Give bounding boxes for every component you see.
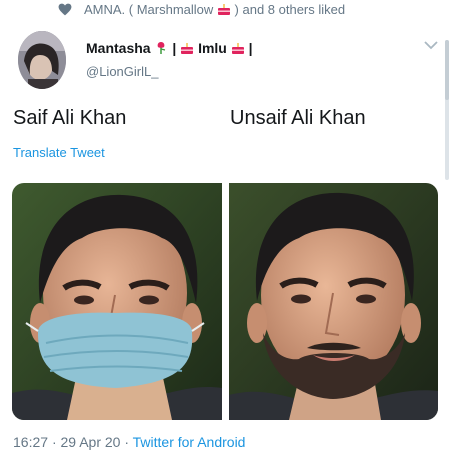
flower-icon: [158, 42, 166, 54]
birthday-cake-icon: [231, 43, 244, 54]
separator-dot: ·: [51, 434, 57, 450]
avatar-image: [18, 31, 66, 89]
client-link[interactable]: Twitter for Android: [133, 434, 246, 450]
birthday-cake-icon: [217, 4, 230, 15]
media-photo-left[interactable]: [12, 183, 222, 420]
avatar[interactable]: [18, 31, 66, 89]
tweet-timestamp: 16:27 · 29 Apr 20 · Twitter for Android: [13, 434, 245, 450]
author-handle[interactable]: @LionGirlL_: [86, 64, 158, 79]
heart-icon: [58, 3, 72, 16]
media-photo-right[interactable]: [229, 183, 438, 420]
photo-bearded-man: [229, 183, 438, 420]
tweet-time: 16:27: [13, 434, 49, 450]
liked-by-text: AMNA. ( Marshmallow ) and 8 others liked: [84, 2, 345, 17]
social-context-row[interactable]: AMNA. ( Marshmallow ) and 8 others liked: [0, 0, 450, 22]
translate-tweet-link[interactable]: Translate Tweet: [13, 145, 105, 160]
tweet-text-right: Unsaif Ali Khan: [230, 107, 366, 129]
scrollbar-thumb[interactable]: [445, 40, 449, 100]
tweet-text-left: Saif Ali Khan: [13, 107, 127, 129]
photo-masked-man: [12, 183, 222, 420]
name-separator: |: [248, 40, 253, 56]
chevron-down-icon[interactable]: [423, 40, 439, 50]
birthday-cake-icon: [181, 43, 194, 54]
name-separator: |: [172, 40, 177, 56]
scrollbar[interactable]: [445, 40, 449, 180]
author-name-mid: Imlu: [198, 40, 227, 56]
author-name-start: Mantasha: [86, 40, 151, 56]
liked-by-suffix: ) and 8 others liked: [234, 2, 346, 17]
separator-dot: ·: [124, 434, 129, 450]
tweet-date: 29 Apr 20: [60, 434, 121, 450]
liked-by-prefix: AMNA. ( Marshmallow: [84, 2, 214, 17]
author-name[interactable]: Mantasha | Imlu |: [86, 40, 253, 56]
